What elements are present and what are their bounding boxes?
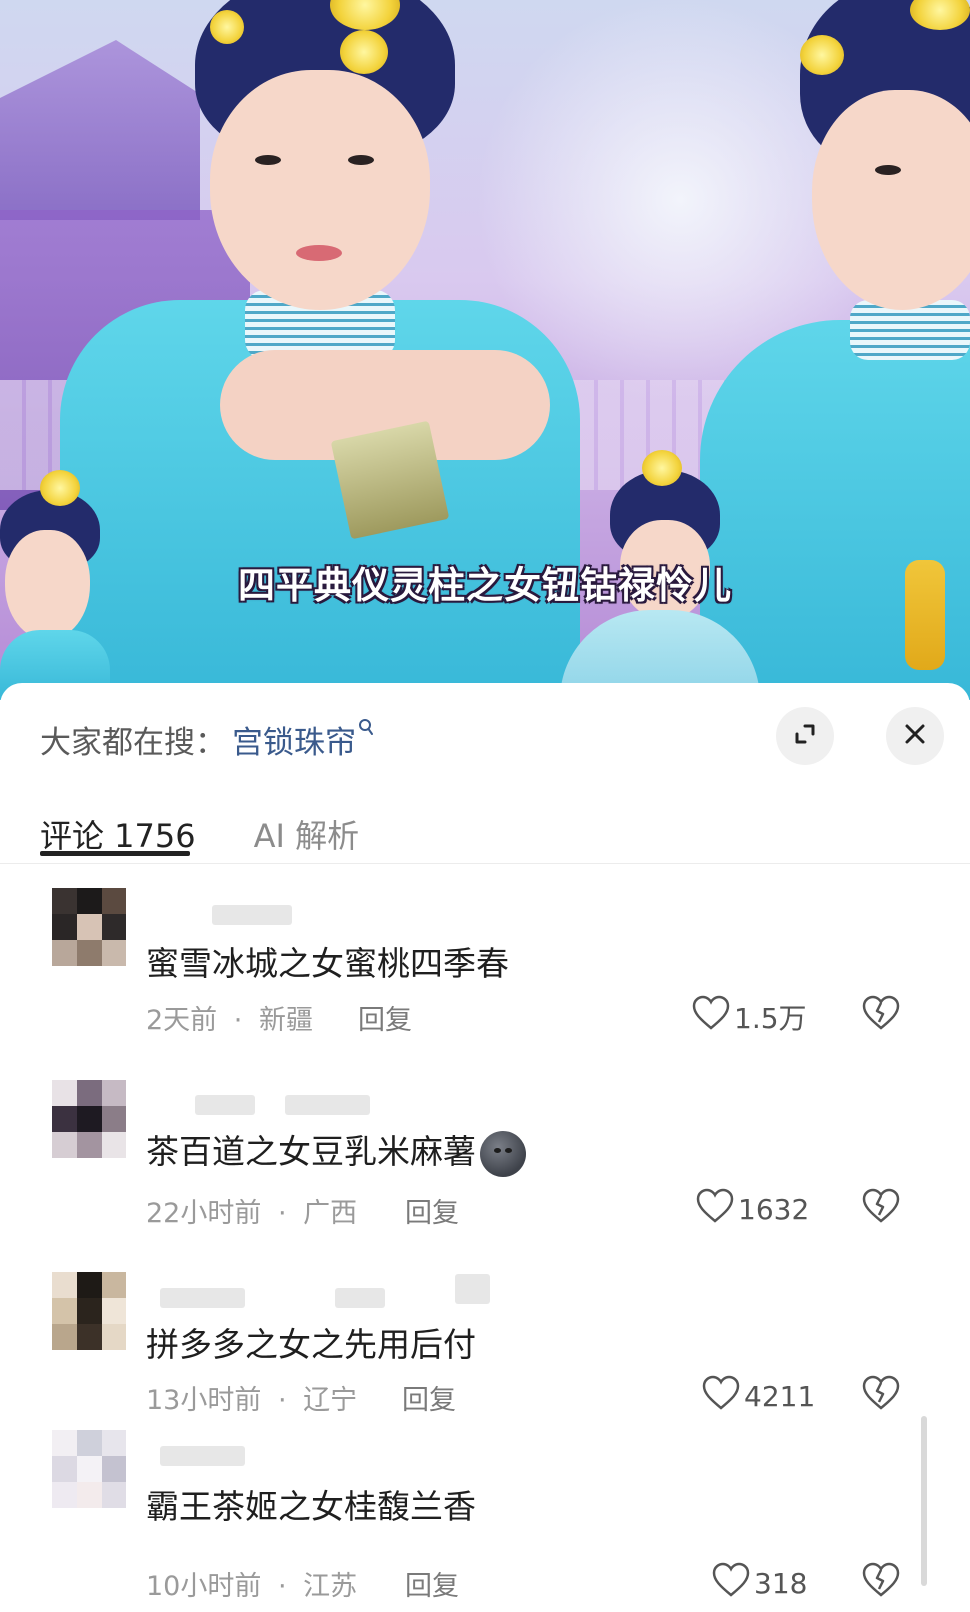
- heart-icon: [712, 1562, 754, 1605]
- comment-item: 霸王茶姬之女桂馥兰香 10小时前 · 江苏 回复 318: [0, 1428, 970, 1612]
- close-icon: [903, 722, 927, 750]
- meta-separator: ·: [277, 1571, 287, 1602]
- video-frame[interactable]: 四平典仪灵柱之女钮钴禄怜儿: [0, 0, 970, 700]
- comment-text: 拼多多之女之先用后付: [146, 1325, 476, 1364]
- comment-location: 辽宁: [303, 1385, 358, 1416]
- comment-location: 江苏: [303, 1571, 358, 1602]
- dislike-button[interactable]: [862, 1375, 900, 1415]
- like-button[interactable]: 1632: [696, 1188, 809, 1231]
- tab-ai-analysis[interactable]: AI 解析: [254, 811, 360, 861]
- avatar[interactable]: [52, 1080, 126, 1158]
- broken-heart-icon: [862, 1375, 900, 1415]
- name-plaque: [330, 420, 450, 540]
- comment-time: 13小时前: [146, 1385, 262, 1416]
- comment-item: 茶百道之女豆乳米麻薯 22小时前 · 广西 回复 1632: [0, 1075, 970, 1265]
- comment-time: 22小时前: [146, 1198, 262, 1229]
- like-count: 1.5万: [734, 1001, 807, 1035]
- dark-moon-face-emoji: [480, 1130, 526, 1177]
- expand-button[interactable]: [776, 707, 834, 765]
- comment-item: 拼多多之女之先用后付 13小时前 · 辽宁 回复 4211: [0, 1268, 970, 1438]
- comment-meta: 13小时前 · 辽宁: [146, 1378, 357, 1417]
- close-button[interactable]: [886, 707, 944, 765]
- search-icon[interactable]: [358, 717, 374, 741]
- comment-meta: 10小时前 · 江苏: [146, 1564, 357, 1603]
- comment-text: 茶百道之女豆乳米麻薯: [146, 1125, 526, 1177]
- reply-button[interactable]: 回复: [405, 1191, 459, 1230]
- comment-text: 蜜雪冰城之女蜜桃四季春: [146, 944, 509, 983]
- username-blurred: [455, 1274, 490, 1304]
- comment-time: 10小时前: [146, 1571, 262, 1602]
- username-blurred: [335, 1288, 385, 1308]
- comment-location: 新疆: [258, 1005, 313, 1036]
- comment-text-content: 茶百道之女豆乳米麻薯: [146, 1132, 476, 1171]
- like-count: 318: [754, 1567, 808, 1600]
- username-blurred: [195, 1095, 255, 1115]
- avatar[interactable]: [52, 1430, 126, 1508]
- comment-text: 霸王茶姬之女桂馥兰香: [146, 1487, 476, 1526]
- comment-meta: 2天前 · 新疆: [146, 998, 313, 1037]
- dislike-button[interactable]: [862, 995, 900, 1035]
- meta-separator: ·: [277, 1198, 287, 1229]
- comment-meta: 22小时前 · 广西: [146, 1191, 357, 1230]
- heart-icon: [692, 995, 734, 1038]
- meta-separator: ·: [277, 1385, 287, 1416]
- broken-heart-icon: [862, 1188, 900, 1228]
- tab-divider: [0, 863, 970, 864]
- like-count: 4211: [744, 1380, 816, 1413]
- comment-location: 广西: [303, 1198, 358, 1229]
- video-subtitle: 四平典仪灵柱之女钮钴禄怜儿: [238, 564, 732, 607]
- avatar[interactable]: [52, 1272, 126, 1350]
- username-blurred: [212, 905, 292, 925]
- trending-search-link[interactable]: 宫锁珠帘: [232, 717, 356, 762]
- expand-icon: [791, 720, 819, 752]
- reply-button[interactable]: 回复: [405, 1564, 459, 1603]
- trending-search: 大家都在搜： 宫锁珠帘: [40, 717, 374, 762]
- like-button[interactable]: 1.5万: [692, 995, 807, 1038]
- active-tab-indicator: [40, 851, 190, 856]
- username-blurred: [160, 1288, 245, 1308]
- comment-time: 2天前: [146, 1005, 218, 1036]
- comment-item: 蜜雪冰城之女蜜桃四季春 2天前 · 新疆 回复 1.5万: [0, 885, 970, 1065]
- trending-search-prefix: 大家都在搜：: [40, 724, 226, 761]
- heart-icon: [696, 1188, 738, 1231]
- username-blurred: [285, 1095, 370, 1115]
- scrollbar[interactable]: [921, 1416, 927, 1586]
- avatar[interactable]: [52, 888, 126, 966]
- broken-heart-icon: [862, 995, 900, 1035]
- reply-button[interactable]: 回复: [402, 1378, 456, 1417]
- dislike-button[interactable]: [862, 1562, 900, 1602]
- username-blurred: [160, 1446, 245, 1466]
- like-count: 1632: [738, 1193, 810, 1226]
- like-button[interactable]: 318: [712, 1562, 807, 1605]
- reply-button[interactable]: 回复: [358, 998, 412, 1037]
- like-button[interactable]: 4211: [702, 1375, 815, 1418]
- meta-separator: ·: [233, 1005, 243, 1036]
- dislike-button[interactable]: [862, 1188, 900, 1228]
- broken-heart-icon: [862, 1562, 900, 1602]
- heart-icon: [702, 1375, 744, 1418]
